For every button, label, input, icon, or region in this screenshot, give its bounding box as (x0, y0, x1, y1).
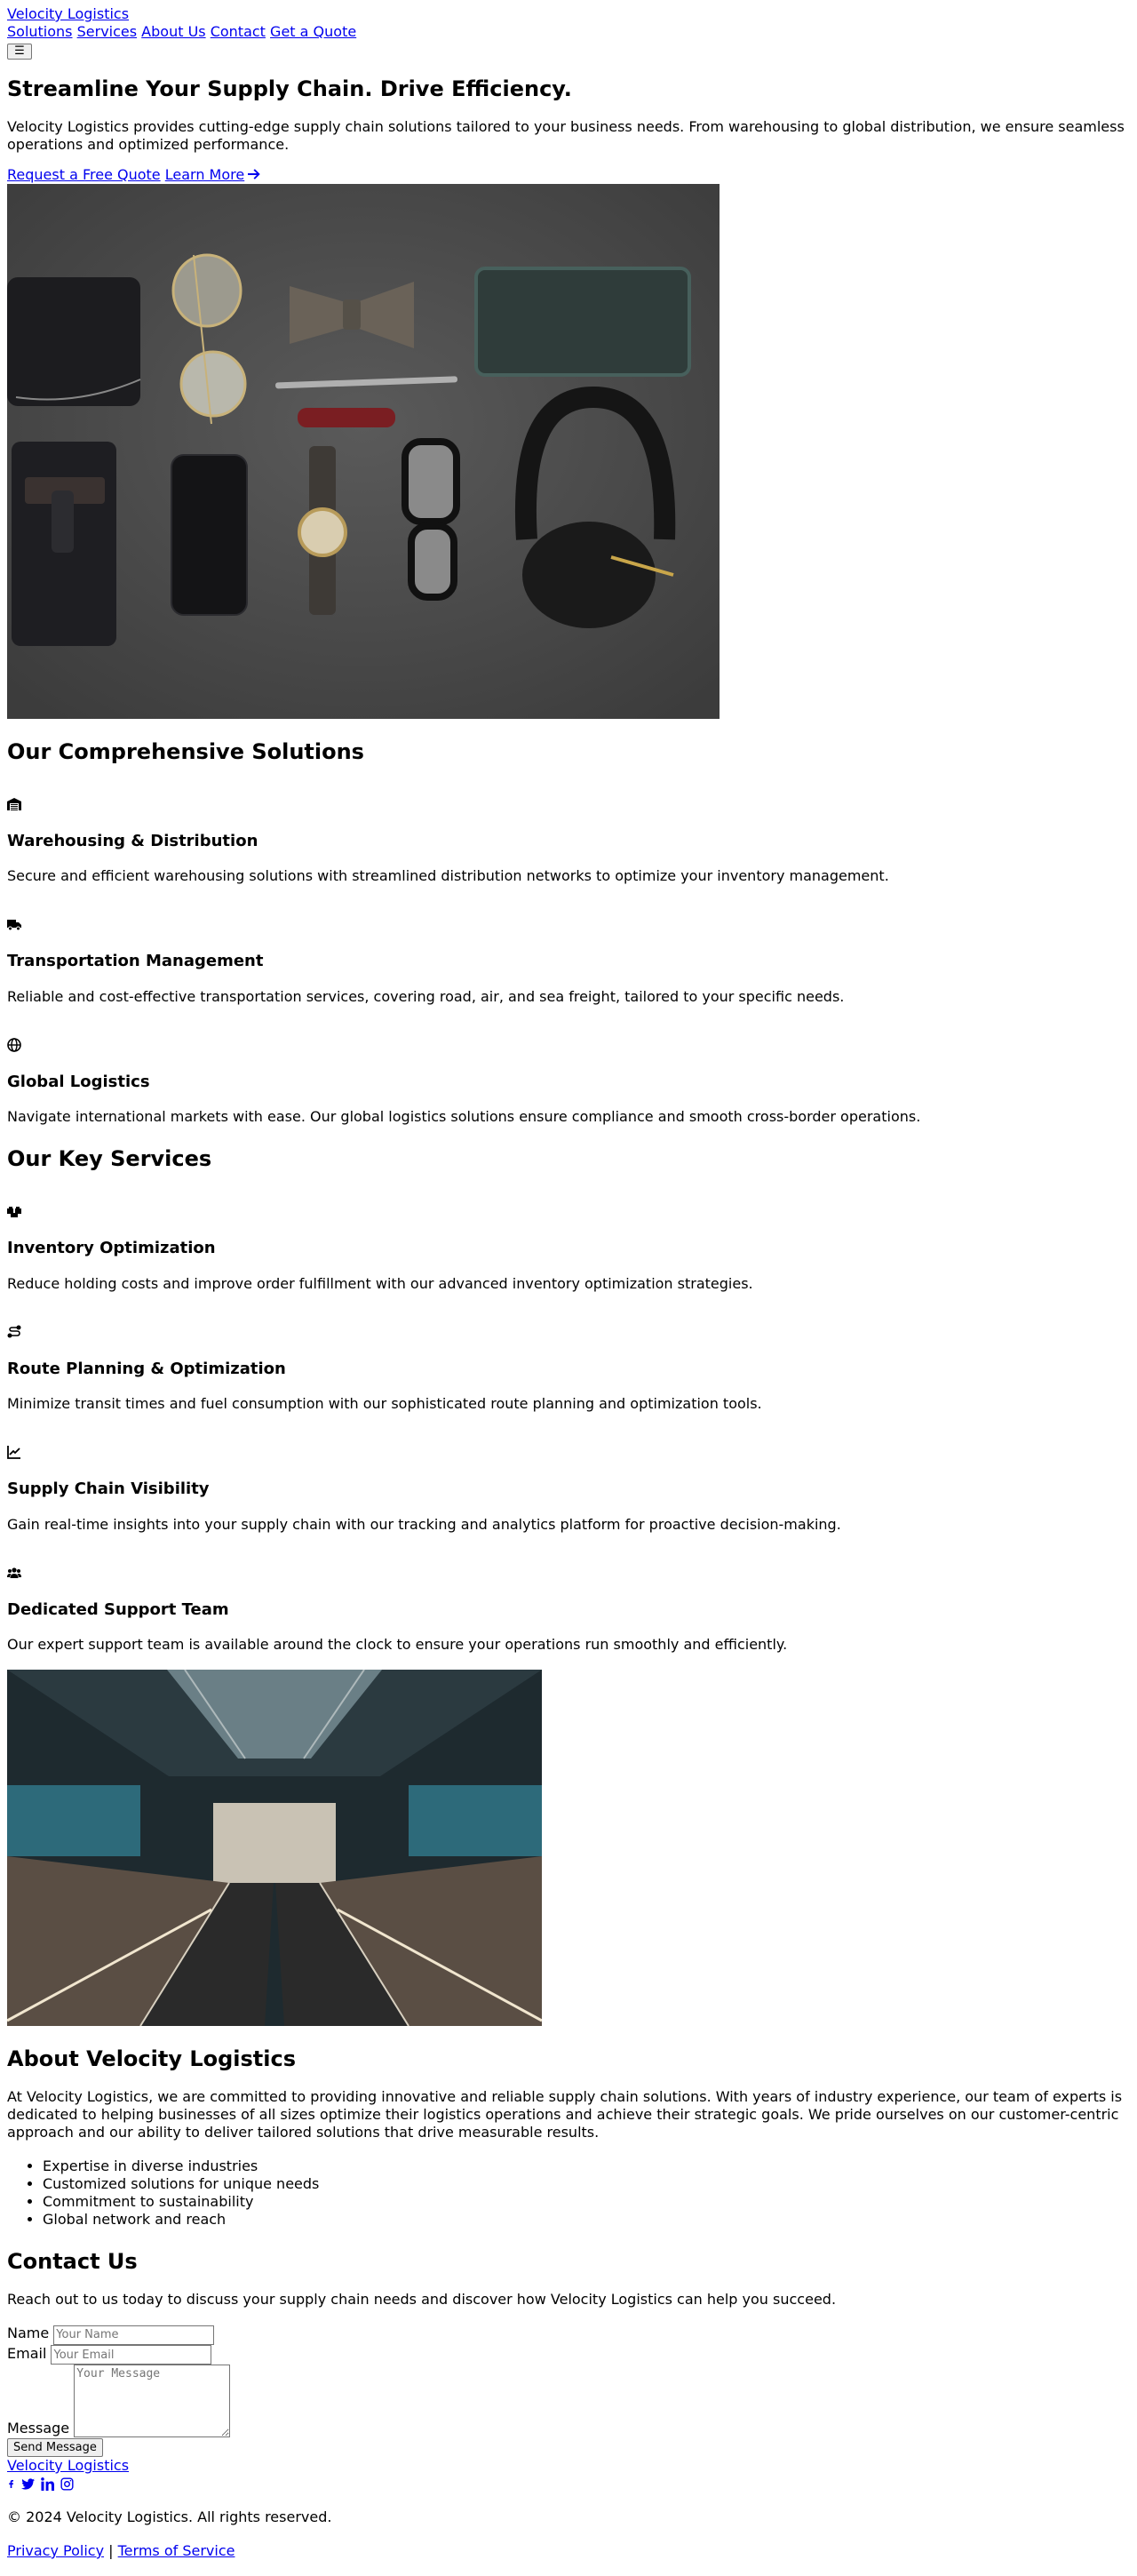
social-links (7, 2475, 1130, 2492)
service-card: Dedicated Support Team Our expert suppor… (7, 1550, 1130, 1655)
main-nav: Solutions Services About Us Contact Get … (7, 23, 1130, 41)
service-title: Inventory Optimization (7, 1239, 216, 1257)
about-points-list: Expertise in diverse industries Customiz… (7, 2157, 1130, 2229)
hero-cta-group: Request a Free Quote Learn More (7, 166, 1130, 184)
service-card: Supply Chain Visibility Gain real-time i… (7, 1429, 1130, 1534)
site-header: Velocity Logistics Solutions Services Ab… (7, 0, 1130, 60)
facebook-icon[interactable] (7, 2477, 15, 2491)
solution-description: Reliable and cost-effective transportati… (7, 987, 845, 1005)
service-description: Minimize transit times and fuel consumpt… (7, 1395, 762, 1412)
solution-title: Transportation Management (7, 952, 264, 970)
about-section: About Velocity Logistics At Velocity Log… (7, 2046, 1130, 2229)
about-description: At Velocity Logistics, we are committed … (7, 2088, 1123, 2141)
message-label: Message (7, 2420, 70, 2436)
globe-icon (7, 1037, 21, 1052)
contact-description: Reach out to us today to discuss your su… (7, 2291, 837, 2308)
solution-description: Navigate international markets with ease… (7, 1108, 921, 1125)
services-title: Our Key Services (7, 1146, 212, 1171)
boxes-icon (7, 1204, 21, 1218)
contact-section: Contact Us Reach out to us today to disc… (7, 2248, 1130, 2457)
warehouse-icon (7, 797, 21, 811)
instagram-icon[interactable] (60, 2477, 74, 2491)
solutions-title: Our Comprehensive Solutions (7, 738, 364, 764)
list-item: Global network and reach (43, 2211, 1130, 2229)
terms-of-service-link[interactable]: Terms of Service (118, 2542, 235, 2559)
services-section: Our Key Services Inventory Optimization … (7, 1145, 1130, 2026)
nav-get-a-quote[interactable]: Get a Quote (270, 23, 356, 40)
solution-card: Global Logistics Navigate international … (7, 1022, 1130, 1127)
solution-card: Warehousing & Distribution Secure and ef… (7, 781, 1130, 886)
service-card: Inventory Optimization Reduce holding co… (7, 1188, 1130, 1293)
legal-separator: | (108, 2542, 114, 2559)
nav-services[interactable]: Services (77, 23, 137, 40)
contact-form: Name Email Message Send Message (7, 2325, 1130, 2457)
nav-solutions[interactable]: Solutions (7, 23, 73, 40)
service-title: Route Planning & Optimization (7, 1359, 286, 1378)
truck-icon (7, 917, 21, 931)
chart-line-icon (7, 1445, 21, 1459)
send-message-button[interactable]: Send Message (7, 2438, 103, 2457)
solution-title: Warehousing & Distribution (7, 831, 258, 850)
copyright-text: © 2024 Velocity Logistics. All rights re… (7, 2508, 332, 2525)
hero-section: Streamline Your Supply Chain. Drive Effi… (7, 76, 1130, 719)
solution-title: Global Logistics (7, 1072, 150, 1091)
users-icon (7, 1566, 21, 1580)
message-field[interactable] (74, 2365, 231, 2437)
legal-links: Privacy Policy | Terms of Service (7, 2542, 1130, 2560)
name-field[interactable] (53, 2325, 215, 2345)
solution-description: Secure and efficient warehousing solutio… (7, 867, 889, 884)
list-item: Expertise in diverse industries (43, 2157, 1130, 2175)
email-label: Email (7, 2344, 47, 2362)
twitter-icon[interactable] (21, 2477, 36, 2491)
menu-toggle-button[interactable]: ☰ (7, 43, 32, 60)
escalator-image (7, 1670, 542, 2026)
contact-title: Contact Us (7, 2249, 138, 2274)
list-item: Commitment to sustainability (43, 2193, 1130, 2211)
service-title: Dedicated Support Team (7, 1599, 229, 1619)
email-field[interactable] (51, 2345, 212, 2365)
site-footer: Velocity Logistics © 2024 Velocity Logis… (7, 2457, 1130, 2560)
service-title: Supply Chain Visibility (7, 1479, 210, 1498)
nav-contact[interactable]: Contact (211, 23, 266, 40)
brand-link[interactable]: Velocity Logistics (7, 5, 129, 23)
list-item: Customized solutions for unique needs (43, 2175, 1130, 2193)
hero-description: Velocity Logistics provides cutting-edge… (7, 117, 1125, 153)
service-description: Reduce holding costs and improve order f… (7, 1274, 753, 1292)
nav-about-us[interactable]: About Us (141, 23, 205, 40)
solution-card: Transportation Management Reliable and c… (7, 901, 1130, 1006)
solutions-section: Our Comprehensive Solutions Warehousing … (7, 738, 1130, 1127)
name-label: Name (7, 2325, 50, 2341)
linkedin-icon[interactable] (41, 2477, 55, 2491)
request-quote-link[interactable]: Request a Free Quote (7, 166, 161, 183)
arrow-right-icon (248, 166, 260, 184)
service-card: Route Planning & Optimization Minimize t… (7, 1309, 1130, 1414)
hero-title: Streamline Your Supply Chain. Drive Effi… (7, 76, 572, 101)
route-icon (7, 1325, 21, 1339)
hero-image (7, 183, 720, 719)
learn-more-link[interactable]: Learn More (165, 166, 260, 183)
learn-more-label: Learn More (164, 165, 245, 183)
service-description: Gain real-time insights into your supply… (7, 1515, 841, 1533)
privacy-policy-link[interactable]: Privacy Policy (7, 2542, 104, 2559)
service-description: Our expert support team is available aro… (7, 1636, 788, 1653)
footer-brand-link[interactable]: Velocity Logistics (7, 2457, 129, 2474)
about-title: About Velocity Logistics (7, 2046, 297, 2071)
